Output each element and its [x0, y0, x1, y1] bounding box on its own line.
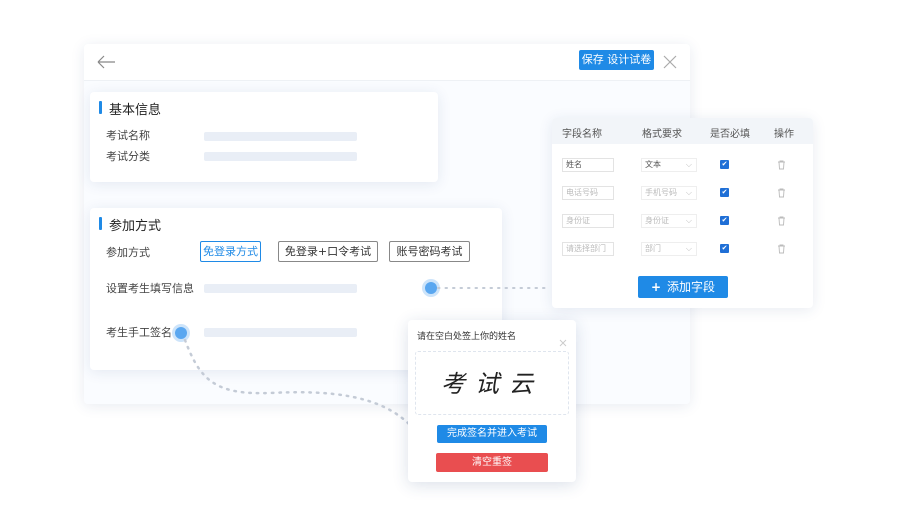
confirm-signature-button[interactable]: 完成签名并进入考试: [437, 425, 547, 443]
clear-signature-button[interactable]: 清空重签: [436, 453, 548, 472]
signature-text: 考试云: [441, 370, 543, 398]
signature-prompt: 请在空白处签上你的姓名: [417, 332, 517, 342]
close-icon[interactable]: [559, 332, 567, 347]
signature-dialog: 请在空白处签上你的姓名 考试云 完成签名并进入考试 清空重签: [408, 320, 576, 482]
